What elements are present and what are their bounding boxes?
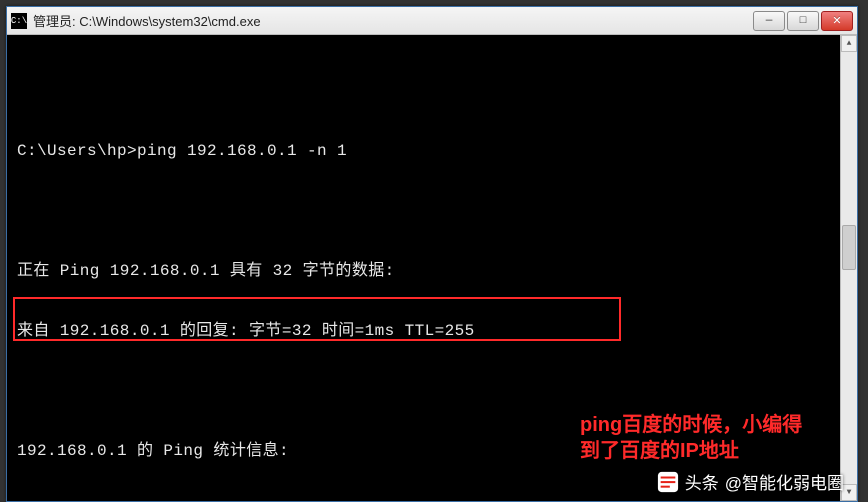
scroll-track[interactable] <box>841 52 857 484</box>
annotation-line: 到了百度的IP地址 <box>580 438 802 464</box>
titlebar[interactable]: C:\ 管理员: C:\Windows\system32\cmd.exe — □… <box>7 7 857 35</box>
vertical-scrollbar[interactable]: ▲ ▼ <box>840 35 857 501</box>
console-line: 来自 192.168.0.1 的回复: 字节=32 时间=1ms TTL=255 <box>17 321 849 341</box>
maximize-button[interactable]: □ <box>787 11 819 31</box>
scroll-thumb[interactable] <box>842 225 856 270</box>
console-line: 正在 Ping 192.168.0.1 具有 32 字节的数据: <box>17 261 849 281</box>
console-line <box>17 81 849 101</box>
console-line <box>17 381 849 401</box>
toutiao-icon <box>657 471 679 493</box>
minimize-button[interactable]: — <box>753 11 785 31</box>
annotation-line: ping百度的时候，小编得 <box>580 412 802 438</box>
watermark-prefix: 头条 <box>685 469 719 494</box>
app-icon: C:\ <box>11 13 27 29</box>
annotation-text: ping百度的时候，小编得 到了百度的IP地址 <box>580 412 802 464</box>
console-line <box>17 201 849 221</box>
watermark: 头条 @智能化弱电圈 <box>657 469 844 494</box>
close-button[interactable]: ✕ <box>821 11 853 31</box>
window-controls: — □ ✕ <box>753 11 853 31</box>
window-title: 管理员: C:\Windows\system32\cmd.exe <box>33 11 753 30</box>
console-line: C:\Users\hp>ping 192.168.0.1 -n 1 <box>17 141 849 161</box>
watermark-author: @智能化弱电圈 <box>725 469 844 494</box>
scroll-up-arrow-icon[interactable]: ▲ <box>841 35 857 52</box>
